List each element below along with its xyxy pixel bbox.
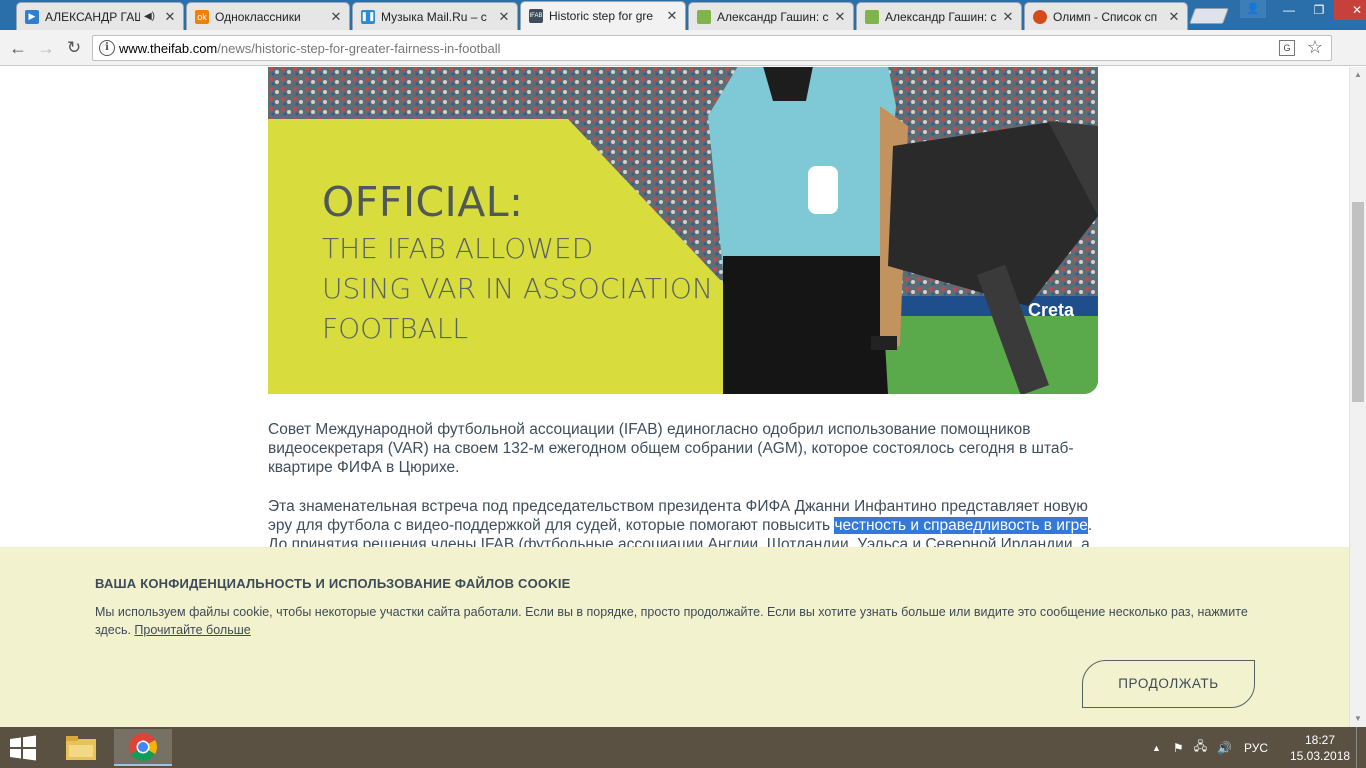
- cookie-title: ВАША КОНФИДЕНЦИАЛЬНОСТЬ И ИСПОЛЬЗОВАНИЕ …: [95, 576, 571, 591]
- language-indicator[interactable]: РУС: [1244, 741, 1268, 755]
- scrollbar-thumb[interactable]: [1352, 202, 1364, 402]
- speaker-icon[interactable]: ◀): [144, 11, 155, 22]
- article-paragraph: Совет Международной футбольной ассоциаци…: [268, 421, 1074, 476]
- hero-line: THE IFAB ALLOWED: [322, 232, 594, 265]
- continue-button[interactable]: ПРОДОЛЖАТЬ: [1082, 660, 1255, 708]
- browser-tab[interactable]: ok Одноклассники ✕: [186, 2, 350, 30]
- close-tab-icon[interactable]: ✕: [833, 9, 847, 25]
- site-info-icon[interactable]: i: [99, 40, 115, 56]
- taskbar-clock[interactable]: 18:27 15.03.2018: [1290, 732, 1350, 764]
- profile-icon[interactable]: 👤: [1240, 0, 1266, 18]
- sponsor-board: Creta: [1028, 300, 1075, 320]
- hero-line: FOOTBALL: [322, 312, 468, 345]
- ifab-logo-icon: IFAB: [529, 9, 543, 23]
- close-tab-icon[interactable]: ✕: [163, 9, 177, 25]
- forward-arrow-icon[interactable]: →: [34, 36, 58, 60]
- page-viewport: Creta OFFICIAL: THE IFAB ALLOWED USING V…: [0, 67, 1349, 727]
- network-icon[interactable]: 🖧: [1194, 737, 1207, 758]
- browser-tab[interactable]: Олимп - Список сп ✕: [1024, 2, 1188, 30]
- bookmark-star-icon[interactable]: ☆: [1307, 37, 1323, 58]
- back-arrow-icon[interactable]: ←: [6, 36, 30, 60]
- close-tab-icon[interactable]: ✕: [665, 8, 679, 24]
- tab-title: Александр Гашин: с: [885, 9, 997, 24]
- restore-icon[interactable]: ❐: [1304, 0, 1334, 20]
- hero-official-text: OFFICIAL:: [322, 178, 524, 226]
- url-text[interactable]: www.theifab.com/news/historic-step-for-g…: [119, 41, 500, 56]
- pause-icon: ❚❚: [360, 9, 376, 24]
- show-hidden-icons-icon[interactable]: ▲: [1152, 743, 1161, 753]
- tab-title: Одноклассники: [215, 9, 301, 24]
- address-bar[interactable]: i www.theifab.com/news/historic-step-for…: [92, 35, 1332, 61]
- tab-title: Музыка Mail.Ru – с: [381, 9, 487, 24]
- cookie-banner: ВАША КОНФИДЕНЦИАЛЬНОСТЬ И ИСПОЛЬЗОВАНИЕ …: [0, 547, 1349, 727]
- read-more-link[interactable]: Прочитайте больше: [134, 623, 250, 637]
- close-tab-icon[interactable]: ✕: [329, 9, 343, 25]
- tab-title: Александр Гашин: с: [717, 9, 829, 24]
- tab-title: Historic step for gre: [549, 9, 654, 23]
- close-tab-icon[interactable]: ✕: [1001, 9, 1015, 25]
- close-window-icon[interactable]: ✕: [1334, 0, 1366, 20]
- close-tab-icon[interactable]: ✕: [1167, 9, 1181, 25]
- video-play-icon: ▶: [25, 9, 39, 24]
- cookie-body: Мы используем файлы cookie, чтобы некото…: [95, 605, 1248, 637]
- browser-tab-active[interactable]: IFAB Historic step for gre ✕: [520, 1, 686, 30]
- browser-tab[interactable]: Александр Гашин: с ✕: [856, 2, 1022, 30]
- clock-date: 15.03.2018: [1290, 749, 1351, 763]
- file-explorer-icon[interactable]: [52, 729, 110, 766]
- minimize-icon[interactable]: —: [1274, 0, 1304, 20]
- new-tab-button[interactable]: [1189, 8, 1229, 24]
- chrome-taskbar-icon[interactable]: [114, 729, 172, 766]
- hero-image: Creta OFFICIAL: THE IFAB ALLOWED USING V…: [268, 67, 1098, 394]
- tab-title: Олимп - Список сп: [1053, 9, 1158, 24]
- scroll-down-icon[interactable]: ▼: [1350, 711, 1366, 727]
- translate-icon[interactable]: G: [1279, 40, 1295, 56]
- article-paragraph: Эта знаменательная встреча под председат…: [268, 497, 1098, 554]
- windows-start-icon[interactable]: [6, 735, 40, 761]
- windows-taskbar: ▲ ⚑ 🖧 🔊 РУС 18:27 15.03.2018: [0, 727, 1366, 768]
- browser-toolbar: ← → ↻ i www.theifab.com/news/historic-st…: [0, 30, 1366, 86]
- document-icon: [865, 9, 879, 24]
- page-scrollbar[interactable]: ▲ ▼: [1349, 67, 1366, 727]
- volume-icon[interactable]: 🔊: [1217, 741, 1232, 755]
- hero-subtitle: THE IFAB ALLOWED USING VAR IN ASSOCIATIO…: [322, 229, 713, 349]
- system-tray: ▲ ⚑ 🖧 🔊 РУС: [1152, 727, 1268, 768]
- browser-tab[interactable]: ▶ АЛЕКСАНДР ГАШ ◀) ✕: [16, 2, 184, 30]
- selected-text[interactable]: честность и справедливость в игре: [834, 517, 1088, 534]
- hero-line: USING VAR IN ASSOCIATION: [322, 272, 713, 305]
- document-icon: [697, 9, 711, 24]
- reload-icon[interactable]: ↻: [62, 36, 86, 60]
- odnoklassniki-icon: ok: [195, 9, 209, 24]
- olimp-icon: [1033, 9, 1047, 24]
- cookie-text: Мы используем файлы cookie, чтобы некото…: [95, 603, 1265, 639]
- browser-tab-strip: ▶ АЛЕКСАНДР ГАШ ◀) ✕ ok Одноклассники ✕ …: [0, 0, 1366, 30]
- show-desktop-button[interactable]: [1356, 727, 1366, 768]
- browser-tab[interactable]: Александр Гашин: с ✕: [688, 2, 854, 30]
- browser-tab[interactable]: ❚❚ Музыка Mail.Ru – с ✕: [352, 2, 518, 30]
- scroll-up-icon[interactable]: ▲: [1350, 67, 1366, 83]
- window-controls: — ❐ ✕: [1274, 0, 1366, 20]
- tab-title: АЛЕКСАНДР ГАШ: [45, 9, 140, 24]
- clock-time: 18:27: [1304, 733, 1336, 747]
- flag-icon[interactable]: ⚑: [1173, 741, 1184, 755]
- close-tab-icon[interactable]: ✕: [497, 9, 511, 25]
